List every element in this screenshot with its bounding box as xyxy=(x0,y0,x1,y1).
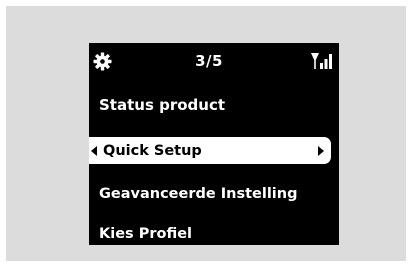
device-panel: 3/5 Status product Quick Setup Geavancee… xyxy=(6,6,406,261)
menu-item-label: Quick Setup xyxy=(103,143,202,159)
device-screen: 3/5 Status product Quick Setup Geavancee… xyxy=(89,43,339,245)
gear-icon[interactable] xyxy=(93,52,112,71)
menu-item-label: Status product xyxy=(99,96,226,114)
menu-item-label: Geavanceerde Instelling xyxy=(99,186,298,202)
arrow-left-icon xyxy=(91,146,97,156)
signal-strength-icon xyxy=(311,51,335,71)
menu-item-label: Kies Profiel xyxy=(99,226,193,242)
arrow-right-icon xyxy=(318,146,324,156)
status-bar: 3/5 xyxy=(89,43,339,79)
menu-item-quick-setup[interactable]: Quick Setup xyxy=(89,137,331,164)
page-counter: 3/5 xyxy=(195,52,223,70)
